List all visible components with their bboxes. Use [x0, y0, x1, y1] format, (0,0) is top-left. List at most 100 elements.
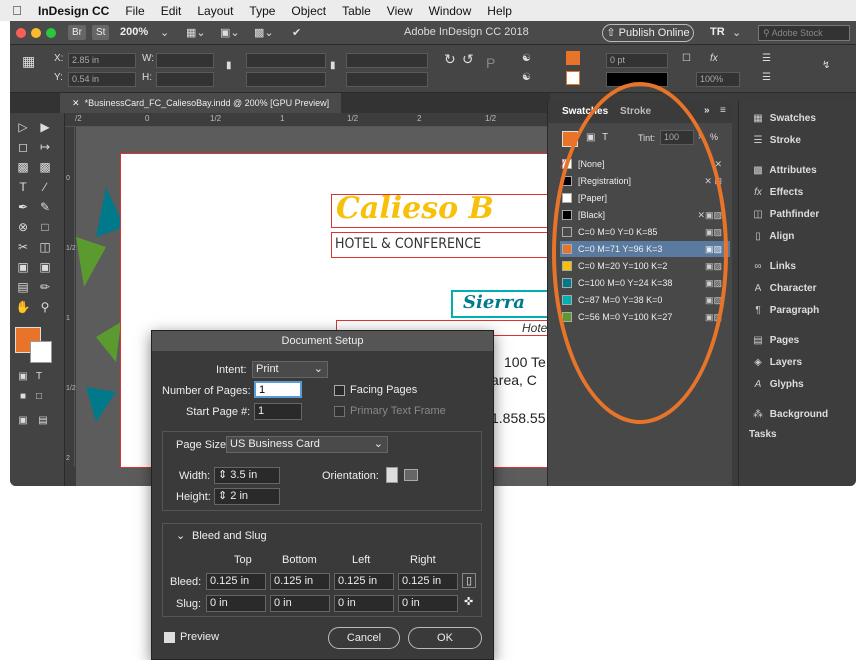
dock-align[interactable]: ▯ Align [749, 227, 794, 247]
apple-icon[interactable]:  [0, 3, 34, 18]
document-tab[interactable]: ✕ *BusinessCard_FC_CaliesoBay.indd @ 200… [60, 93, 342, 113]
opacity-field[interactable]: 100% [696, 72, 740, 87]
stroke-color-icon[interactable] [30, 341, 52, 363]
subtitle-frame[interactable]: HOTEL & CONFERENCE [331, 232, 553, 258]
landscape-icon[interactable] [404, 469, 418, 481]
bleed-slug-chevron-icon[interactable]: ⌄ [176, 529, 185, 542]
dock-paragraph[interactable]: ¶ Paragraph [749, 301, 819, 321]
scissors-tool-icon[interactable]: ✂ [14, 239, 32, 255]
zoom-window-icon[interactable] [46, 28, 56, 38]
start-page-input[interactable]: 1 [254, 403, 302, 420]
bleed-top-input[interactable]: 0.125 in [206, 573, 266, 590]
eyedropper-tool-icon[interactable]: ✏ [36, 279, 54, 295]
pages-input[interactable]: 1 [254, 381, 302, 398]
dock-glyphs[interactable]: A Glyphs [749, 375, 804, 395]
bleed-bottom-input[interactable]: 0.125 in [270, 573, 330, 590]
x-field[interactable]: 2.85 in [68, 53, 136, 68]
link-bleed-icon[interactable]: ▯ [462, 573, 477, 588]
menu-window[interactable]: Window [421, 4, 480, 18]
arrange-documents-icon[interactable]: ▩⌄ [254, 26, 274, 39]
gpu-icon[interactable]: ✔ [292, 26, 301, 39]
bridge-button[interactable]: Br [68, 25, 86, 40]
dock-attributes[interactable]: ▩ Attributes [749, 161, 816, 181]
content-collector-icon[interactable]: ▩ [14, 159, 32, 175]
ok-button[interactable]: OK [408, 627, 482, 649]
formatting-text-icon[interactable]: T [30, 369, 48, 385]
minimize-window-icon[interactable] [31, 28, 41, 38]
bleed-right-input[interactable]: 0.125 in [398, 573, 458, 590]
publish-online-button[interactable]: ⇧ Publish Online [602, 24, 694, 42]
menu-app-name[interactable]: InDesign CC [34, 4, 117, 18]
workspace-chevron-icon[interactable]: ⌄ [732, 26, 741, 39]
menu-layout[interactable]: Layout [189, 4, 241, 18]
rectangle-frame-tool-icon[interactable]: ⊗ [14, 219, 32, 235]
quick-apply-icon[interactable]: ↯ [822, 60, 830, 71]
zoom-tool-icon[interactable]: ⚲ [36, 299, 54, 315]
cancel-button[interactable]: Cancel [328, 627, 400, 649]
select-content-icon[interactable]: ☯ [522, 72, 531, 83]
shear-field[interactable] [346, 72, 428, 87]
free-transform-tool-icon[interactable]: ◫ [36, 239, 54, 255]
select-container-icon[interactable]: ☯ [522, 53, 531, 64]
rotate-ccw-icon[interactable]: ↺ [462, 51, 474, 68]
dock-character[interactable]: A Character [749, 279, 817, 299]
facing-pages-checkbox[interactable] [334, 385, 345, 396]
align-icon[interactable]: ☰ [762, 72, 771, 83]
slug-top-input[interactable]: 0 in [206, 595, 266, 612]
stock-search-input[interactable]: ⚲ Adobe Stock [758, 25, 850, 41]
page-tool-icon[interactable]: ◻ [14, 139, 32, 155]
dock-background-tasks[interactable]: ⁂ Background Tasks [749, 405, 856, 440]
script-frame[interactable]: Sierra [451, 290, 553, 318]
frame-fitting-icon[interactable]: ☐ [682, 53, 691, 64]
apply-gradient-icon[interactable]: □ [30, 389, 48, 405]
dock-stroke[interactable]: ☰ Stroke [749, 131, 801, 151]
dock-layers[interactable]: ◈ Layers [749, 353, 802, 373]
screen-mode-icon[interactable]: ▣⌄ [220, 26, 240, 39]
gradient-feather-icon[interactable]: ▣ [36, 259, 54, 275]
fill-swatch[interactable] [566, 51, 580, 65]
dock-links[interactable]: ∞ Links [749, 257, 795, 277]
selection-tool-icon[interactable]: ▷ [14, 119, 32, 135]
reference-point-icon[interactable]: ▦ [22, 53, 35, 70]
close-tab-icon[interactable]: ✕ [72, 98, 80, 108]
primary-text-frame-checkbox[interactable] [334, 406, 345, 417]
bleed-left-input[interactable]: 0.125 in [334, 573, 394, 590]
pen-tool-icon[interactable]: ✒ [14, 199, 32, 215]
slug-left-input[interactable]: 0 in [334, 595, 394, 612]
menu-table[interactable]: Table [334, 4, 379, 18]
w-field[interactable] [156, 53, 214, 68]
menu-view[interactable]: View [379, 4, 421, 18]
width-input[interactable]: ⇕ 3.5 in [214, 467, 280, 484]
slug-right-input[interactable]: 0 in [398, 595, 458, 612]
view-options-icon[interactable]: ▦⌄ [186, 26, 206, 39]
normal-mode-icon[interactable]: ▣ [14, 413, 32, 429]
dock-effects[interactable]: fx Effects [749, 183, 803, 203]
text-wrap-icon[interactable]: ☰ [762, 53, 771, 64]
line-tool-icon[interactable]: ∕ [36, 179, 54, 195]
constrain-proportions-icon[interactable]: ▮ [226, 60, 232, 71]
brand-frame[interactable]: Calieso B [331, 191, 553, 228]
intent-select[interactable]: Print ⌄ [252, 361, 328, 378]
scale-y-field[interactable] [246, 72, 326, 87]
menu-type[interactable]: Type [241, 4, 283, 18]
h-field[interactable] [156, 72, 214, 87]
pencil-tool-icon[interactable]: ✎ [36, 199, 54, 215]
height-input[interactable]: ⇕ 2 in [214, 488, 280, 505]
rotate-cw-icon[interactable]: ↻ [444, 51, 456, 68]
dock-pages[interactable]: ▤ Pages [749, 331, 799, 351]
preview-checkbox[interactable] [164, 632, 175, 643]
chevron-down-icon[interactable]: ⌄ [160, 26, 169, 39]
close-window-icon[interactable] [16, 28, 26, 38]
gap-tool-icon[interactable]: ↦ [36, 139, 54, 155]
dock-swatches[interactable]: ▦ Swatches [749, 109, 816, 129]
menu-edit[interactable]: Edit [153, 4, 190, 18]
y-field[interactable]: 0.54 in [68, 72, 136, 87]
menu-help[interactable]: Help [479, 4, 520, 18]
type-tool-icon[interactable]: T [14, 179, 32, 195]
content-placer-icon[interactable]: ▩ [36, 159, 54, 175]
page-size-select[interactable]: US Business Card ⌄ [226, 436, 388, 453]
slug-bottom-input[interactable]: 0 in [270, 595, 330, 612]
zoom-level[interactable]: 200% [120, 26, 148, 38]
hand-tool-icon[interactable]: ✋ [14, 299, 32, 315]
portrait-icon[interactable] [386, 467, 398, 483]
